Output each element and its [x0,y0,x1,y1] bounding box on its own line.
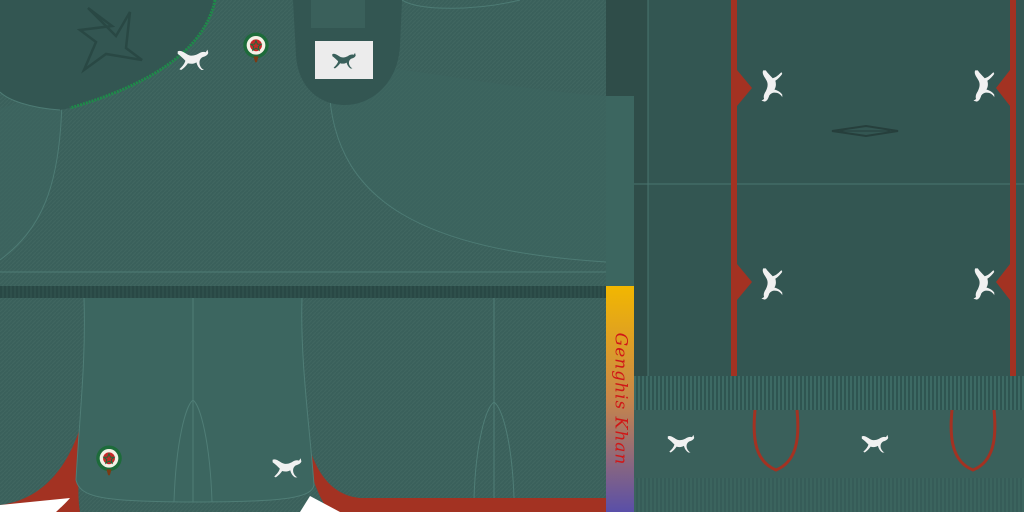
waistband-strip [0,286,606,298]
shorts-panel [0,297,606,512]
sleeves-panel [634,0,1024,376]
socks-panel [634,376,1024,512]
signature-text-container: Genghis Khan [606,286,634,512]
signature-text: Genghis Khan [610,332,630,466]
puma-logo-neck-label [332,52,356,69]
kit-texture-canvas: Genghis Khan [0,0,1024,512]
